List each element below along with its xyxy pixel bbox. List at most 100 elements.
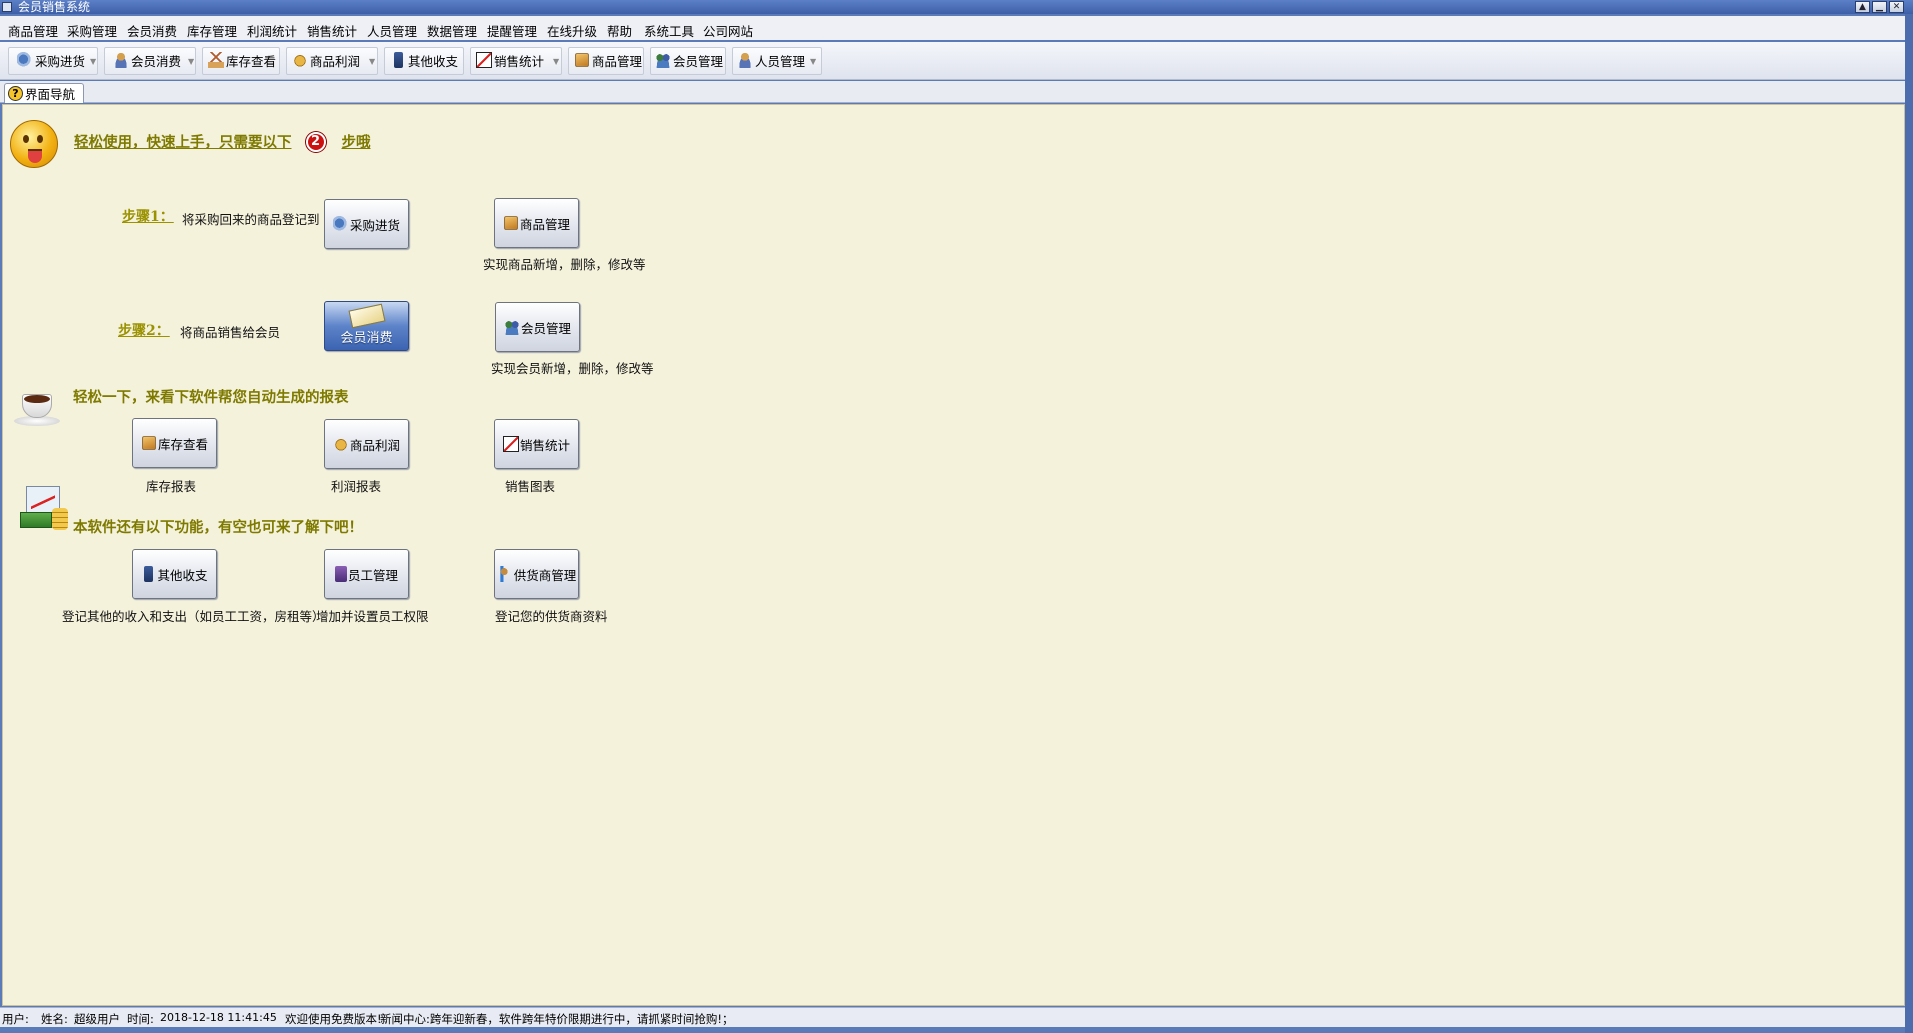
toolbar-member-management-button[interactable]: 会员管理 [655, 49, 723, 71]
supplier-management-button[interactable]: 供货商管理 [494, 549, 579, 599]
menu-product-management[interactable]: 商品管理 [8, 21, 58, 40]
minimize-button[interactable]: ▁ [1872, 1, 1887, 13]
supplier-icon [496, 566, 513, 582]
toolbar-member-consume-button[interactable]: 会员消费 [113, 49, 181, 71]
profit-report-caption: 利润报表 [331, 479, 382, 494]
app-system-icon[interactable] [2, 2, 12, 12]
tab-navigation-label: 界面导航 [25, 87, 76, 102]
money-chart-icon [20, 486, 70, 532]
member-management-label: 会员管理 [520, 320, 571, 336]
step1-purchase-button[interactable]: 采购进货 [324, 199, 409, 249]
status-welcome-text: 欢迎使用免费版本! [285, 1012, 382, 1026]
toolbar-profit-label: 商品利润 [310, 53, 361, 69]
supplier-management-caption: 登记您的供货商资料 [495, 609, 608, 624]
step2-link[interactable]: 步骤2： [118, 320, 170, 340]
menu-bar: 商品管理 采购管理 会员消费 库存管理 利润统计 销售统计 人员管理 数据管理 … [0, 16, 1905, 40]
status-user-label: 用户: [2, 1012, 29, 1026]
other-income-button[interactable]: 其他收支 [132, 549, 217, 599]
inventory-report-caption: 库存报表 [146, 479, 197, 494]
toolbar-other-income-button[interactable]: 其他收支 [391, 49, 458, 71]
toolbar-member-management-label: 会员管理 [673, 53, 724, 69]
menu-data-management[interactable]: 数据管理 [427, 21, 477, 40]
inventory-icon [208, 52, 224, 68]
menu-company-website[interactable]: 公司网站 [703, 21, 753, 40]
toolbar-purchase-dropdown[interactable]: ▼ [90, 57, 96, 66]
reports-heading: 轻松一下，来看下软件帮您自动生成的报表 [73, 389, 349, 406]
toolbar-product-management-button[interactable]: 商品管理 [574, 49, 642, 71]
menu-member-consume[interactable]: 会员消费 [127, 21, 177, 40]
employee-management-button[interactable]: 员工管理 [324, 549, 409, 599]
menu-system-tools[interactable]: 系统工具 [644, 21, 694, 40]
envelope-icon [348, 303, 385, 328]
toolbar-profit-button[interactable]: 商品利润 [292, 49, 360, 71]
menu-profit-statistics[interactable]: 利润统计 [247, 21, 297, 40]
menu-online-upgrade[interactable]: 在线升级 [547, 21, 597, 40]
help-icon: ? [8, 86, 23, 101]
toolbar: 采购进货 ▼ 会员消费 ▼ 库存查看 商品利润 ▼ 其他收支 销售统计 ▼ 商品 [0, 42, 1905, 80]
inventory-box-icon [142, 436, 156, 450]
restore-button[interactable]: ▲ [1855, 1, 1870, 13]
purchase-icon [17, 52, 33, 68]
menu-help[interactable]: 帮助 [607, 21, 632, 40]
profit-icon [292, 52, 308, 68]
tab-navigation[interactable]: ? 界面导航 [4, 83, 84, 103]
toolbar-product-management-label: 商品管理 [592, 53, 643, 69]
smiley-face-icon [10, 120, 58, 168]
menu-purchase-management[interactable]: 采购管理 [67, 21, 117, 40]
product-management-label: 商品管理 [519, 216, 570, 232]
product-management-button[interactable]: 商品管理 [494, 198, 579, 248]
inventory-view-button[interactable]: 库存查看 [132, 418, 217, 468]
supplier-management-label: 供货商管理 [513, 567, 577, 583]
sales-chart-icon [502, 436, 519, 452]
toolbar-inventory-button[interactable]: 库存查看 [208, 49, 276, 71]
member-management-button[interactable]: 会员管理 [495, 302, 580, 352]
purchase-icon [332, 216, 349, 232]
employee-management-caption: 增加并设置员工权限 [316, 609, 429, 624]
members-icon [503, 319, 520, 335]
tab-strip: ? 界面导航 [0, 81, 1905, 103]
sales-chart-icon [476, 52, 492, 68]
status-bar: 用户: 姓名: 超级用户 时间: 2018-12-18 11:41:45 欢迎使… [0, 1007, 1905, 1027]
staff-icon [737, 52, 753, 68]
menu-staff-management[interactable]: 人员管理 [367, 21, 417, 40]
product-profit-button[interactable]: 商品利润 [324, 419, 409, 469]
members-icon [655, 52, 671, 68]
sales-stats-button[interactable]: 销售统计 [494, 419, 579, 469]
toolbar-staff-management-label: 人员管理 [755, 53, 806, 69]
other-income-icon [144, 566, 154, 582]
window-title: 会员销售系统 [18, 0, 91, 14]
toolbar-staff-management-button[interactable]: 人员管理 [737, 49, 805, 71]
status-news-text[interactable]: 新闻中心:跨年迎新春，软件跨年特价限期进行中，请抓紧时间抢购!； [380, 1011, 733, 1027]
status-time-label: 时间: [127, 1012, 154, 1026]
close-button[interactable]: ✕ [1889, 1, 1904, 13]
toolbar-member-consume-label: 会员消费 [131, 53, 182, 69]
toolbar-purchase-label: 采购进货 [35, 53, 86, 69]
profit-icon [332, 436, 349, 452]
navigation-panel [2, 104, 1905, 1006]
product-box-icon [504, 216, 518, 230]
title-bar[interactable]: 会员销售系统 ▲ ▁ ✕ [0, 0, 1913, 14]
toolbar-sales-stats-dropdown[interactable]: ▼ [553, 57, 559, 66]
intro-text-before: 轻松使用，快速上手，只需要以下 [74, 134, 292, 151]
app-window: 会员销售系统 ▲ ▁ ✕ 商品管理 采购管理 会员消费 库存管理 利润统计 销售… [0, 0, 1913, 1033]
toolbar-sales-stats-button[interactable]: 销售统计 [476, 49, 544, 71]
step2-member-consume-button[interactable]: 会员消费 [324, 301, 409, 351]
inventory-view-label: 库存查看 [157, 436, 208, 452]
product-management-caption: 实现商品新增，删除，修改等 [483, 257, 646, 272]
product-box-icon [575, 53, 589, 67]
window-right-border [1905, 14, 1913, 1033]
toolbar-purchase-button[interactable]: 采购进货 [17, 49, 85, 71]
menu-reminder-management[interactable]: 提醒管理 [487, 21, 537, 40]
menu-sales-statistics[interactable]: 销售统计 [307, 21, 357, 40]
toolbar-member-consume-dropdown[interactable]: ▼ [188, 57, 194, 66]
other-income-caption: 登记其他的收入和支出（如员工工资，房租等） [62, 609, 325, 624]
staff-icon [334, 566, 347, 582]
toolbar-profit-dropdown[interactable]: ▼ [369, 57, 375, 66]
status-name-label: 姓名: [41, 1012, 68, 1026]
sales-chart-caption: 销售图表 [505, 479, 556, 494]
menu-inventory-management[interactable]: 库存管理 [187, 21, 237, 40]
step1-link[interactable]: 步骤1： [122, 206, 174, 226]
toolbar-staff-dropdown[interactable]: ▼ [810, 57, 816, 66]
step1-purchase-label: 采购进货 [349, 217, 400, 233]
coffee-surface [24, 395, 50, 403]
